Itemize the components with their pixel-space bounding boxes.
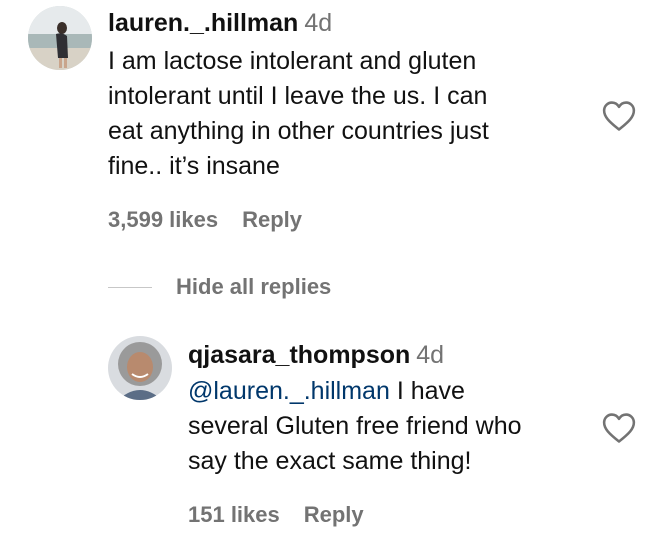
like-heart-icon[interactable]: [602, 100, 636, 132]
heart-outline-icon: [602, 101, 636, 131]
reply-text-rest: several Gluten free friend who say the e…: [188, 412, 522, 475]
reply-username[interactable]: qjasara_thompson: [188, 341, 410, 369]
hide-replies-button[interactable]: Hide all replies: [108, 272, 331, 302]
reply-text-line1: I have: [389, 377, 465, 405]
like-heart-icon[interactable]: [602, 412, 636, 444]
like-count[interactable]: 151 likes: [188, 502, 280, 528]
reply-header: qjasara_thompson 4d: [188, 340, 444, 370]
profile-photo-icon: [108, 336, 172, 400]
comment-username[interactable]: lauren._.hillman: [108, 9, 298, 37]
comment-meta: 3,599 likes Reply: [108, 207, 302, 233]
reply-button[interactable]: Reply: [242, 207, 302, 233]
profile-photo-icon: [28, 6, 92, 70]
replies-divider: [108, 286, 152, 288]
reply-timestamp: 4d: [416, 341, 445, 369]
reply-meta: 151 likes Reply: [188, 502, 364, 528]
comment-header: lauren._.hillman 4d: [108, 8, 332, 38]
heart-outline-icon: [602, 413, 636, 443]
like-count[interactable]: 3,599 likes: [108, 207, 218, 233]
reply-text: @lauren._.hillman I have several Gluten …: [188, 374, 598, 479]
mention-link[interactable]: @lauren._.hillman: [188, 377, 390, 405]
avatar[interactable]: [28, 6, 92, 70]
comment-text: I am lactose intolerant and gluten intol…: [108, 47, 489, 180]
hide-replies-label: Hide all replies: [176, 274, 332, 299]
reply-button[interactable]: Reply: [304, 502, 364, 528]
avatar[interactable]: [108, 336, 172, 400]
comment-timestamp: 4d: [304, 9, 333, 37]
